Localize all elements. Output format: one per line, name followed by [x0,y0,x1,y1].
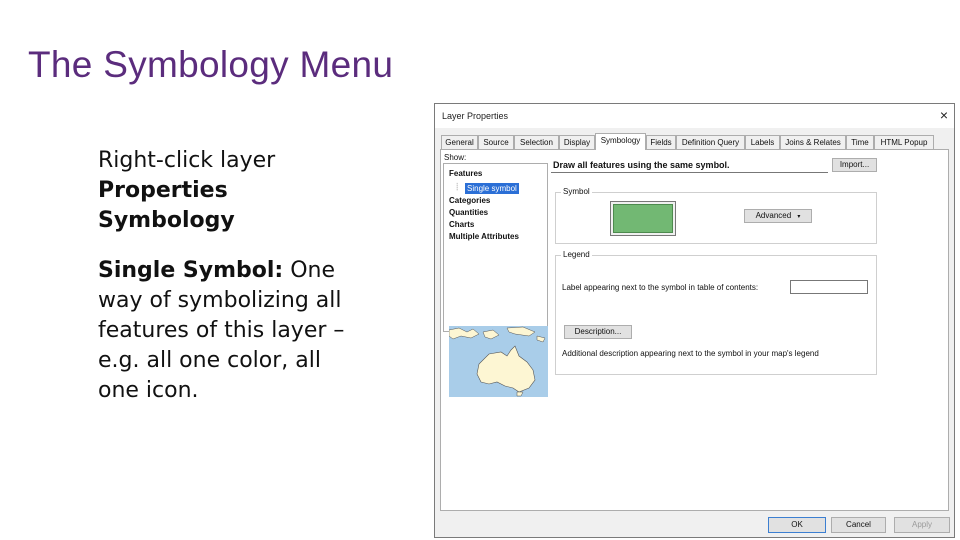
map-preview-image [449,326,548,397]
tab-general[interactable]: General [441,135,478,149]
desc-line-2: way of symbolizing all [98,288,342,313]
apply-button[interactable]: Apply [894,517,950,533]
legend-label-input[interactable] [790,280,868,294]
desc-line-1: One [283,258,336,283]
close-icon[interactable]: × [940,107,948,123]
tab-joins-relates[interactable]: Joins & Relates [780,135,846,149]
renderer-description: Draw all features using the same symbol. [551,159,828,173]
legend-group: Legend Label appearing next to the symbo… [555,250,877,375]
step-right-click: Right-click layer [98,148,276,173]
ok-button[interactable]: OK [768,517,826,533]
single-symbol-description: Single Symbol: One way of symbolizing al… [98,256,388,406]
tab-symbology[interactable]: Symbology [595,133,646,150]
renderer-tree: Features ┊ Single symbol Categories Quan… [443,163,548,332]
dialog-title: Layer Properties [442,111,509,121]
tab-definition-query[interactable]: Definition Query [676,135,745,149]
dropdown-arrow-icon: ▾ [797,214,801,220]
desc-line-3: features of this layer – [98,318,345,343]
tab-display[interactable]: Display [559,135,595,149]
single-symbol-term: Single Symbol: [98,258,284,283]
additional-description-text: Additional description appearing next to… [562,349,819,358]
tab-strip: General Source Selection Display Symbolo… [441,133,950,150]
import-button[interactable]: Import... [832,158,877,172]
tab-source[interactable]: Source [478,135,514,149]
description-button[interactable]: Description... [564,325,632,339]
advanced-label: Advanced [755,211,792,220]
tab-selection[interactable]: Selection [514,135,559,149]
symbol-group-label: Symbol [561,187,592,196]
tree-item-quantities[interactable]: Quantities [449,208,488,217]
slide-title: The Symbology Menu [28,44,394,85]
step-properties: Properties [98,178,228,203]
step-symbology: Symbology [98,208,235,233]
tree-item-categories[interactable]: Categories [449,196,490,205]
tree-connector: ┊ [455,184,460,191]
tab-fields[interactable]: Fields [646,135,676,149]
slide-body: Right-click layer Properties Symbology S… [98,146,388,406]
tree-item-multiple-attributes[interactable]: Multiple Attributes [449,232,519,241]
cancel-button[interactable]: Cancel [831,517,886,533]
legend-group-label: Legend [561,250,592,259]
tab-html-popup[interactable]: HTML Popup [874,135,934,149]
advanced-button[interactable]: Advanced ▾ [744,209,812,223]
tree-item-features[interactable]: Features [449,169,482,178]
symbol-group: Symbol Advanced ▾ [555,187,877,244]
desc-line-4: e.g. all one color, all [98,348,321,373]
tree-item-charts[interactable]: Charts [449,220,474,229]
tab-labels[interactable]: Labels [745,135,780,149]
show-label: Show: [444,153,467,162]
tab-time[interactable]: Time [846,135,874,149]
symbology-panel: Show: Features ┊ Single symbol Categorie… [440,149,949,511]
symbol-swatch-button[interactable] [610,201,676,236]
legend-label-caption: Label appearing next to the symbol in ta… [562,283,759,292]
symbol-fill-swatch [613,204,673,233]
tree-item-single-symbol[interactable]: Single symbol [465,183,519,194]
dialog-titlebar: Layer Properties × [435,104,954,128]
desc-line-5: one icon. [98,378,199,403]
layer-properties-dialog: Layer Properties × General Source Select… [434,103,955,538]
